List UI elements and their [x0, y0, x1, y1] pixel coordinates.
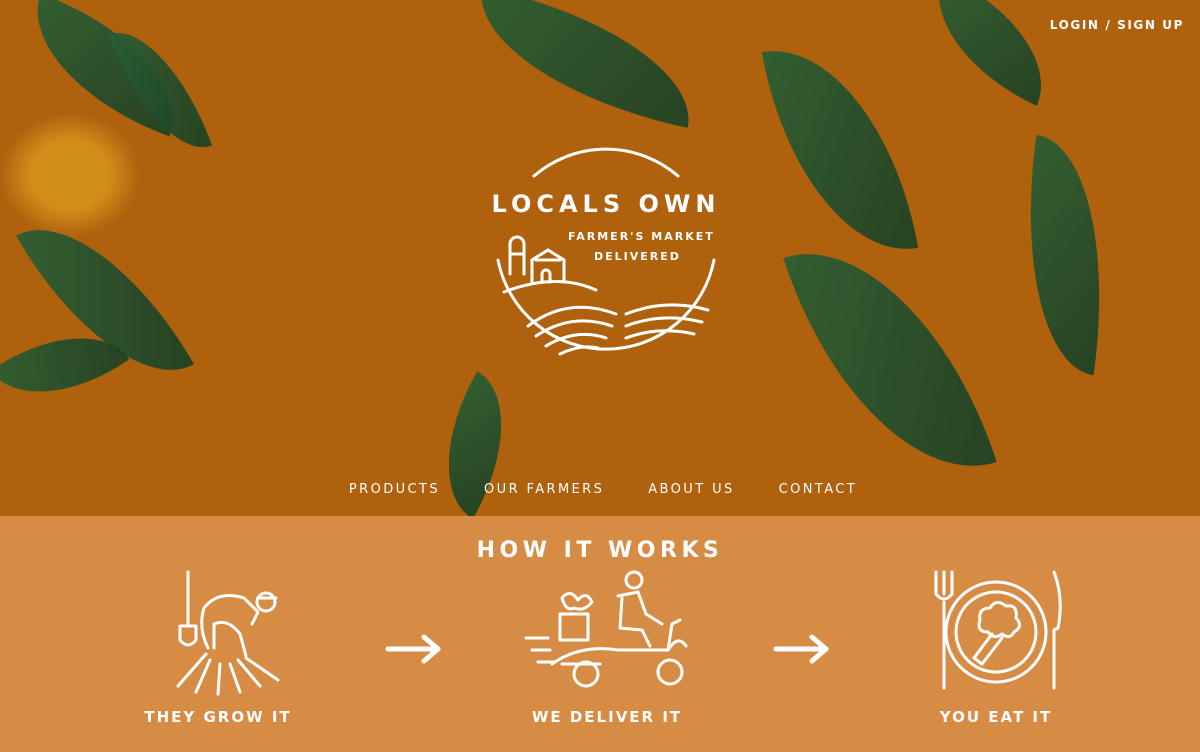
login-signup-link[interactable]: LOGIN / SIGN UP	[1050, 18, 1184, 32]
right-arrow-icon	[385, 634, 441, 664]
how-it-works-section: HOW IT WORKS THEY GROW IT WE DELIVER IT …	[0, 516, 1200, 752]
brand-tagline-line2: DELIVERED	[594, 250, 681, 263]
delivery-scooter-icon	[524, 570, 688, 688]
main-nav: PRODUCTS OUR FARMERS ABOUT US CONTACT	[0, 482, 1200, 497]
hero-banner: LOGIN / SIGN UP LOCALS OWN FARMER'S MARK…	[0, 0, 1200, 516]
step-label: YOU EAT IT	[939, 708, 1053, 726]
step-we-deliver-it: WE DELIVER IT	[507, 568, 707, 726]
nav-item-products[interactable]: PRODUCTS	[349, 482, 440, 497]
brand-tagline-line1: FARMER'S MARKET	[568, 230, 715, 243]
step-they-grow-it: THEY GROW IT	[118, 568, 318, 726]
plate-with-broccoli-icon	[934, 570, 1062, 690]
brand-name: LOCALS OWN	[491, 190, 721, 218]
nav-item-contact[interactable]: CONTACT	[779, 482, 857, 497]
section-title: HOW IT WORKS	[476, 538, 724, 563]
right-arrow-icon	[773, 634, 829, 664]
farmer-with-shovel-icon	[176, 570, 280, 696]
step-label: WE DELIVER IT	[531, 708, 683, 726]
step-label: THEY GROW IT	[144, 708, 292, 726]
nav-item-our-farmers[interactable]: OUR FARMERS	[484, 482, 604, 497]
nav-item-about-us[interactable]: ABOUT US	[648, 482, 734, 497]
step-you-eat-it: YOU EAT IT	[896, 568, 1096, 726]
brand-logo[interactable]: LOCALS OWN FARMER'S MARKET DELIVERED	[476, 142, 736, 382]
